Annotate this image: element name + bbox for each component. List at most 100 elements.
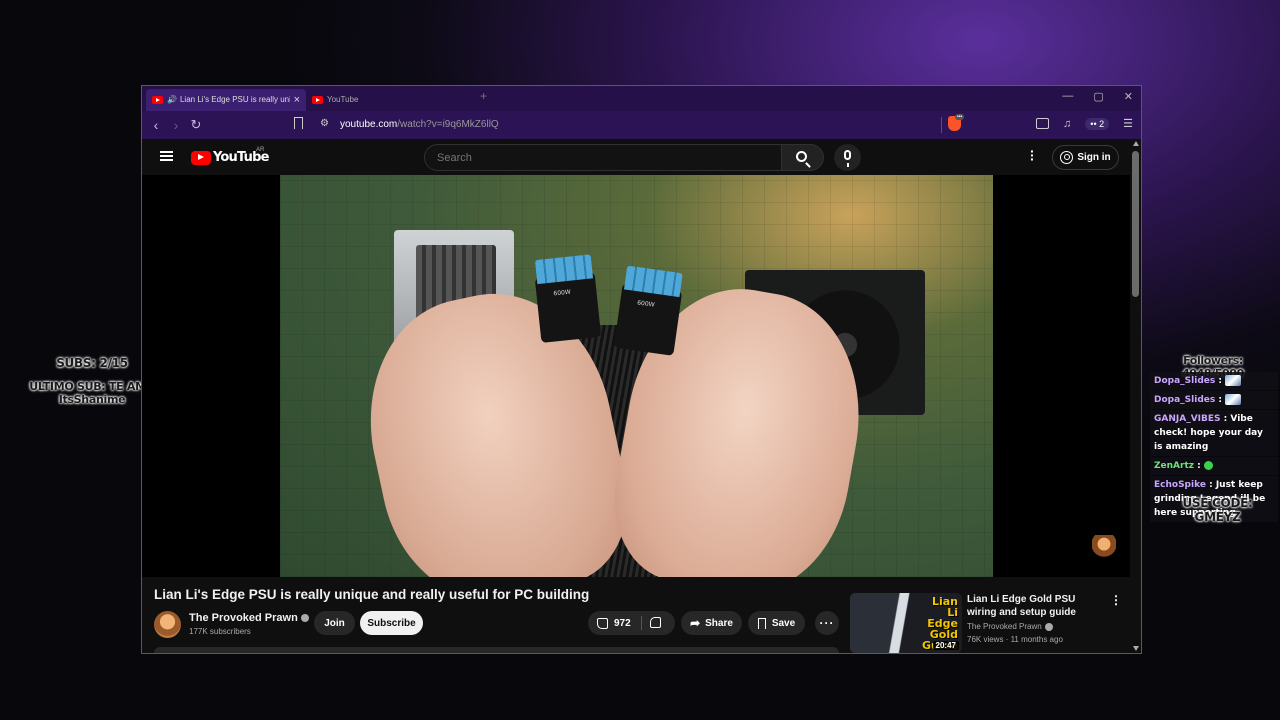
recommended-title[interactable]: Lian Li Edge Gold PSU wiring and setup g… <box>967 593 1107 619</box>
like-dislike-group: 972 <box>588 611 675 635</box>
new-tab-button[interactable]: + <box>480 89 487 103</box>
search-box <box>424 144 824 171</box>
tab-video[interactable]: 🔊 Lian Li's Edge PSU is really unique an… <box>146 88 306 111</box>
url-field[interactable]: youtube.com/watch?v=i9q6MkZ6llQ <box>340 119 499 130</box>
share-button[interactable]: ➦ Share <box>681 611 742 635</box>
sign-in-button[interactable]: Sign in <box>1052 145 1119 170</box>
save-button[interactable]: Save <box>748 611 805 635</box>
country-code: AR <box>256 147 265 153</box>
youtube-logo[interactable]: YouTube AR <box>191 147 269 165</box>
like-button[interactable]: 972 <box>588 611 638 635</box>
search-button[interactable] <box>782 144 824 171</box>
recommended-meta: 76K views · 11 months ago <box>967 635 1063 644</box>
thumbs-up-icon <box>597 617 608 629</box>
chat-message: GANJA_VIBES : Vibe check! hope your day … <box>1150 410 1278 456</box>
youtube-play-icon <box>191 150 211 165</box>
emote-icon <box>1225 375 1242 386</box>
search-icon <box>796 151 807 162</box>
back-icon[interactable]: ‹ <box>146 117 166 133</box>
sidebar-icon[interactable] <box>1036 118 1050 129</box>
video-info: Lian Li's Edge PSU is really unique and … <box>142 577 1130 653</box>
window-controls: — ▢ ✕ <box>1062 90 1133 103</box>
thumbs-down-icon[interactable] <box>650 617 661 628</box>
url-host: youtube.com <box>340 119 398 130</box>
youtube-favicon-icon <box>152 95 163 104</box>
microphone-icon <box>844 150 851 167</box>
maximize-icon[interactable]: ▢ <box>1093 90 1103 103</box>
video-plug-left: 600W <box>534 254 602 343</box>
recommended-video[interactable]: Lian Li Edge Gold Guide 20:47 Lian Li Ed… <box>850 593 1128 653</box>
plug-label: 600W <box>636 299 655 309</box>
settings-more-icon[interactable]: · · · <box>1030 144 1035 166</box>
scroll-up-icon[interactable] <box>1133 141 1139 146</box>
channel-name[interactable]: The Provoked Prawn <box>189 612 309 624</box>
chat-username: GANJA_VIBES <box>1154 414 1221 424</box>
forward-icon[interactable]: › <box>166 117 186 133</box>
masthead: YouTube AR ··· Sign in <box>142 139 1130 175</box>
channel-watermark-icon[interactable] <box>1092 535 1116 561</box>
tab-youtube[interactable]: YouTube <box>306 89 471 111</box>
bookmark-icon[interactable] <box>294 117 303 129</box>
divider <box>941 117 942 133</box>
voice-search-button[interactable] <box>834 144 861 171</box>
share-icon: ➦ <box>690 616 701 630</box>
description-box[interactable] <box>154 647 839 653</box>
speaker-icon[interactable]: 🔊 <box>167 95 177 104</box>
youtube-favicon-icon <box>312 95 323 104</box>
recommended-thumbnail[interactable]: Lian Li Edge Gold Guide 20:47 <box>850 593 962 653</box>
scroll-thumb[interactable] <box>1132 151 1139 297</box>
use-code-label: USE CODE: GMEYZ <box>1182 496 1253 524</box>
video-player[interactable]: 600W 600W <box>142 175 1130 577</box>
extensions-pill[interactable]: •• 2 <box>1085 117 1110 130</box>
tab-title: YouTube <box>327 95 359 104</box>
scroll-down-icon[interactable] <box>1133 646 1139 651</box>
reload-icon[interactable]: ↻ <box>186 117 206 133</box>
chat-username: EchoSpike <box>1154 480 1206 490</box>
chat-username: Dopa_Slides <box>1154 376 1216 386</box>
shields-badge: ••• <box>955 114 965 120</box>
page-scrollbar[interactable] <box>1130 139 1141 653</box>
account-icon <box>1060 151 1074 164</box>
more-actions-button[interactable]: ··· <box>815 611 839 635</box>
save-icon <box>757 617 766 629</box>
emote-icon <box>1203 461 1213 470</box>
like-count: 972 <box>614 617 631 629</box>
verified-icon <box>300 614 309 623</box>
browser-window: 🔊 Lian Li's Edge PSU is really unique an… <box>141 85 1142 654</box>
divider <box>641 616 642 630</box>
channel-name-text: The Provoked Prawn <box>189 612 298 624</box>
video-title: Lian Li's Edge PSU is really unique and … <box>154 587 590 602</box>
chat-username: Dopa_Slides <box>1154 395 1216 405</box>
site-settings-icon[interactable]: ⚙ <box>320 118 329 129</box>
close-tab-icon[interactable]: × <box>294 94 300 106</box>
hamburger-menu-icon[interactable] <box>160 151 173 161</box>
verified-icon <box>1044 622 1053 631</box>
search-input[interactable] <box>424 144 782 171</box>
share-label: Share <box>705 617 733 629</box>
save-label: Save <box>771 617 796 629</box>
tab-bar: 🔊 Lian Li's Edge PSU is really unique an… <box>142 86 1141 111</box>
recommended-more-icon[interactable]: ⋮ <box>1110 593 1122 607</box>
join-button[interactable]: Join <box>314 611 355 635</box>
menu-icon[interactable]: ☰ <box>1123 117 1133 130</box>
subscriber-count: 177K subscribers <box>189 627 251 636</box>
subscribe-button[interactable]: Subscribe <box>360 611 423 635</box>
chat-message: Dopa_Slides : <box>1150 372 1278 390</box>
plug-pins <box>534 254 594 285</box>
music-icon[interactable]: ♫ <box>1063 118 1071 130</box>
plug-label: 600W <box>553 288 572 298</box>
channel-avatar[interactable] <box>154 611 181 638</box>
video-plug-right: 600W <box>613 265 683 356</box>
toolbar-right: ♫ •• 2 ☰ <box>1036 117 1133 130</box>
youtube-page: YouTube AR ··· Sign in <box>142 139 1130 653</box>
emote-icon <box>1225 394 1242 405</box>
minimize-icon[interactable]: — <box>1062 90 1073 103</box>
duration-badge: 20:47 <box>932 641 959 650</box>
recommended-channel[interactable]: The Provoked Prawn <box>967 622 1053 631</box>
url-path: /watch?v=i9q6MkZ6llQ <box>397 119 499 130</box>
sign-in-label: Sign in <box>1077 152 1111 163</box>
plug-pins <box>623 265 683 298</box>
video-frame[interactable]: 600W 600W <box>280 175 993 577</box>
close-window-icon[interactable]: ✕ <box>1124 90 1133 103</box>
chat-message: ZenArtz : <box>1150 457 1278 475</box>
